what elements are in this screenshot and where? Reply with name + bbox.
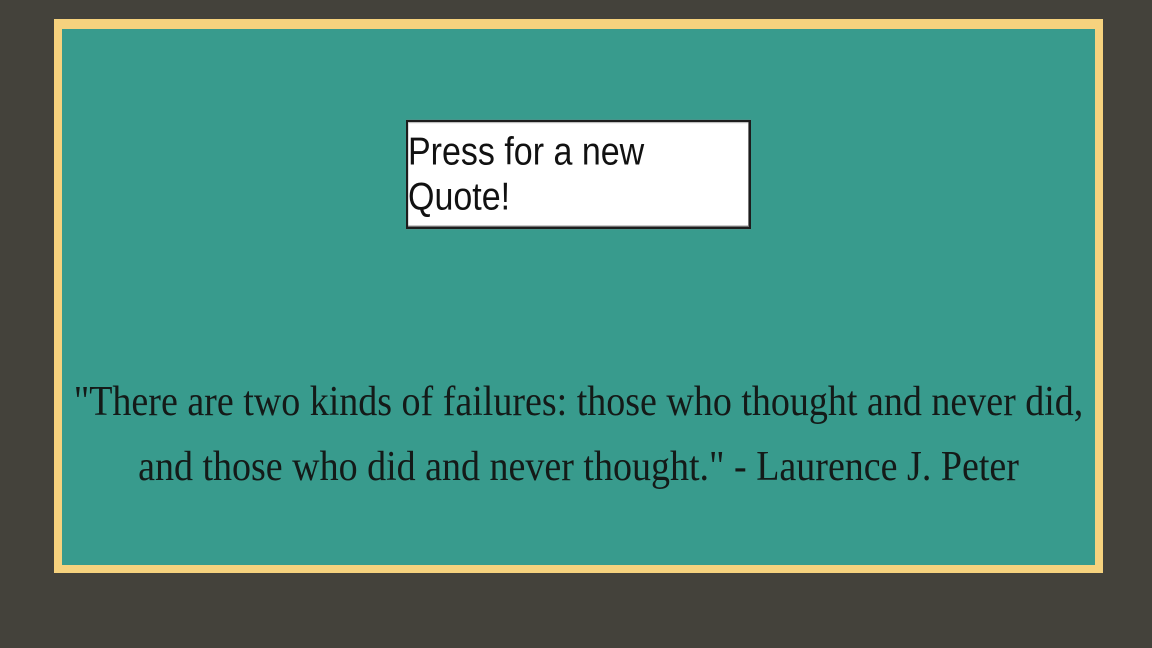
new-quote-button[interactable]: Press for a new Quote! <box>406 119 751 230</box>
quote-text: "There are two kinds of failures: those … <box>73 377 1084 490</box>
quote-panel: Press for a new Quote! "There are two ki… <box>62 29 1095 565</box>
quote-frame: Press for a new Quote! "There are two ki… <box>54 19 1103 573</box>
